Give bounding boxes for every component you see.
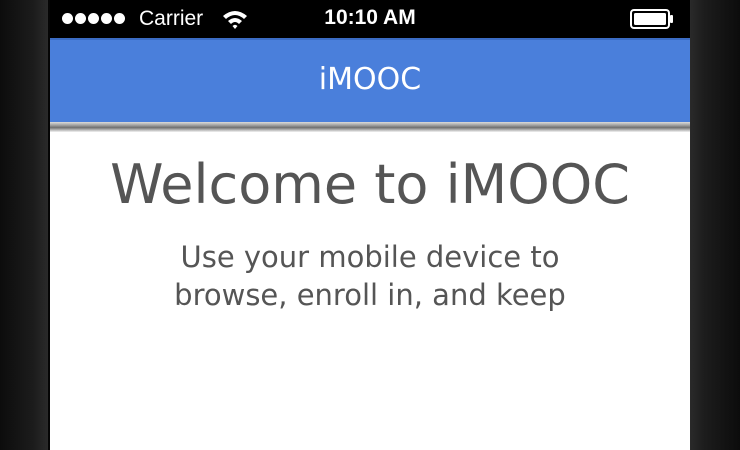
signal-dot xyxy=(88,13,99,24)
signal-dot xyxy=(101,13,112,24)
carrier-label: Carrier xyxy=(139,7,204,30)
welcome-title: Welcome to iMOOC xyxy=(110,153,630,216)
intro-text: Use your mobile device to browse, enroll… xyxy=(174,240,566,312)
nav-title: iMOOC xyxy=(318,62,422,97)
wifi-icon xyxy=(223,11,247,29)
signal-dot xyxy=(62,13,73,24)
status-time: 10:10 AM xyxy=(324,6,416,29)
device-frame: Carrier 10:10 AM iMOOC Welcome to iMOOC … xyxy=(0,0,740,450)
device-bezel-left xyxy=(0,0,48,450)
battery-icon xyxy=(630,9,673,29)
status-bar: Carrier 10:10 AM xyxy=(50,0,690,38)
device-screen: Carrier 10:10 AM iMOOC Welcome to iMOOC … xyxy=(50,0,690,450)
signal-dots-icon xyxy=(62,13,125,24)
device-bezel-right xyxy=(690,0,740,450)
nav-separator xyxy=(50,122,690,132)
navigation-bar: iMOOC xyxy=(50,38,690,122)
signal-dot xyxy=(75,13,86,24)
signal-dot xyxy=(114,13,125,24)
